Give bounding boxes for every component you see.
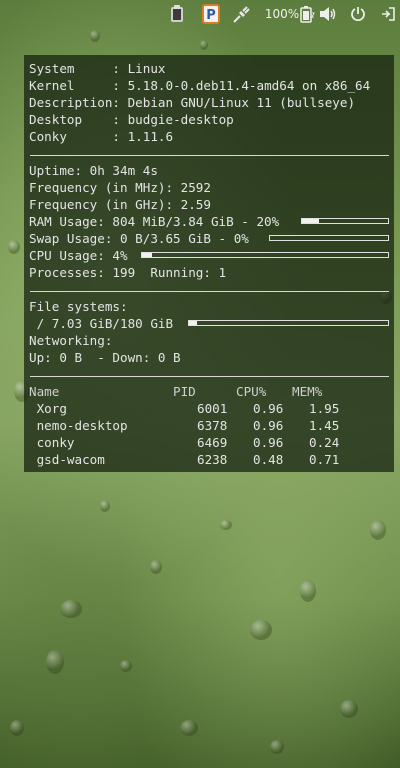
process-name: nemo-desktop (29, 418, 128, 433)
cpu-usage-fill (142, 253, 152, 257)
divider (30, 155, 389, 156)
col-header-cpu: CPU% (236, 384, 267, 399)
cpu-usage: CPU Usage: 4% (29, 248, 128, 263)
process-mem: 1.45 (309, 418, 340, 433)
col-header-mem: MEM% (292, 384, 323, 399)
ram-usage-bar (301, 218, 389, 224)
frequency-mhz: Frequency (in MHz): 2592 (29, 180, 211, 195)
description-label: Description: (29, 95, 120, 110)
power-icon[interactable] (348, 3, 368, 25)
conky-label: Conky : (29, 129, 120, 144)
top-panel: P 100% (0, 0, 400, 28)
conky-panel: System : Linux Kernel : 5.18.0-0.deb11.4… (24, 55, 394, 472)
system-label: System : (29, 61, 120, 76)
battery-text: 100% (264, 7, 300, 21)
process-name: Xorg (29, 401, 67, 416)
root-filesystem-fill (189, 321, 197, 325)
divider (30, 376, 389, 377)
description-value: Debian GNU/Linux 11 (bullseye) (127, 95, 356, 110)
system-value: Linux (127, 61, 166, 76)
process-cpu: 0.96 (253, 418, 284, 433)
filesystems-heading: File systems: (29, 299, 128, 314)
logout-icon[interactable] (378, 3, 398, 25)
networking-heading: Networking: (29, 333, 113, 348)
process-pid: 6001 (197, 401, 228, 416)
col-header-pid: PID (173, 384, 196, 399)
ram-usage-fill (302, 219, 320, 223)
cpu-usage-bar (141, 252, 389, 258)
kernel-label: Kernel : (29, 78, 120, 93)
frequency-ghz: Frequency (in GHz): 2.59 (29, 197, 211, 212)
process-name: gsd-wacom (29, 452, 105, 467)
process-mem: 0.71 (309, 452, 340, 467)
process-mem: 0.24 (309, 435, 340, 450)
process-cpu: 0.96 (253, 435, 284, 450)
process-name: conky (29, 435, 75, 450)
parking-icon[interactable]: P (199, 3, 223, 25)
desktop-value: budgie-desktop (127, 112, 234, 127)
svg-text:P: P (206, 8, 216, 23)
system-row: System : Linux (29, 60, 166, 77)
network-speed: Up: 0 B - Down: 0 B (29, 350, 181, 365)
divider (30, 291, 389, 292)
desktop-label: Desktop : (29, 112, 120, 127)
network-plug-icon[interactable] (230, 3, 254, 25)
process-cpu: 0.96 (253, 401, 284, 416)
process-pid: 6238 (197, 452, 228, 467)
conky-value: 1.11.6 (127, 129, 174, 144)
process-pid: 6469 (197, 435, 228, 450)
process-cpu: 0.48 (253, 452, 284, 467)
battery-icon[interactable] (298, 3, 316, 25)
process-pid: 6378 (197, 418, 228, 433)
ram-usage: RAM Usage: 804 MiB/3.84 GiB - 20% (29, 214, 280, 229)
root-filesystem-bar (188, 320, 389, 326)
processes-summary: Processes: 199 Running: 1 (29, 265, 227, 280)
description-row: Description: Debian GNU/Linux 11 (bullse… (29, 94, 355, 111)
col-header-name: Name (29, 384, 60, 399)
desktop-row: Desktop : budgie-desktop (29, 111, 234, 128)
swap-usage: Swap Usage: 0 B/3.65 GiB - 0% (29, 231, 249, 246)
uptime: Uptime: 0h 34m 4s (29, 163, 158, 178)
kernel-row: Kernel : 5.18.0-0.deb11.4-amd64 on x86_6… (29, 77, 370, 94)
kernel-value: 5.18.0-0.deb11.4-amd64 on x86_64 (127, 78, 371, 93)
clipboard-icon[interactable] (165, 3, 189, 25)
process-mem: 1.95 (309, 401, 340, 416)
conky-row: Conky : 1.11.6 (29, 128, 173, 145)
root-filesystem: / 7.03 GiB/180 GiB (29, 316, 174, 331)
swap-usage-bar (269, 235, 389, 241)
volume-icon[interactable] (318, 3, 338, 25)
